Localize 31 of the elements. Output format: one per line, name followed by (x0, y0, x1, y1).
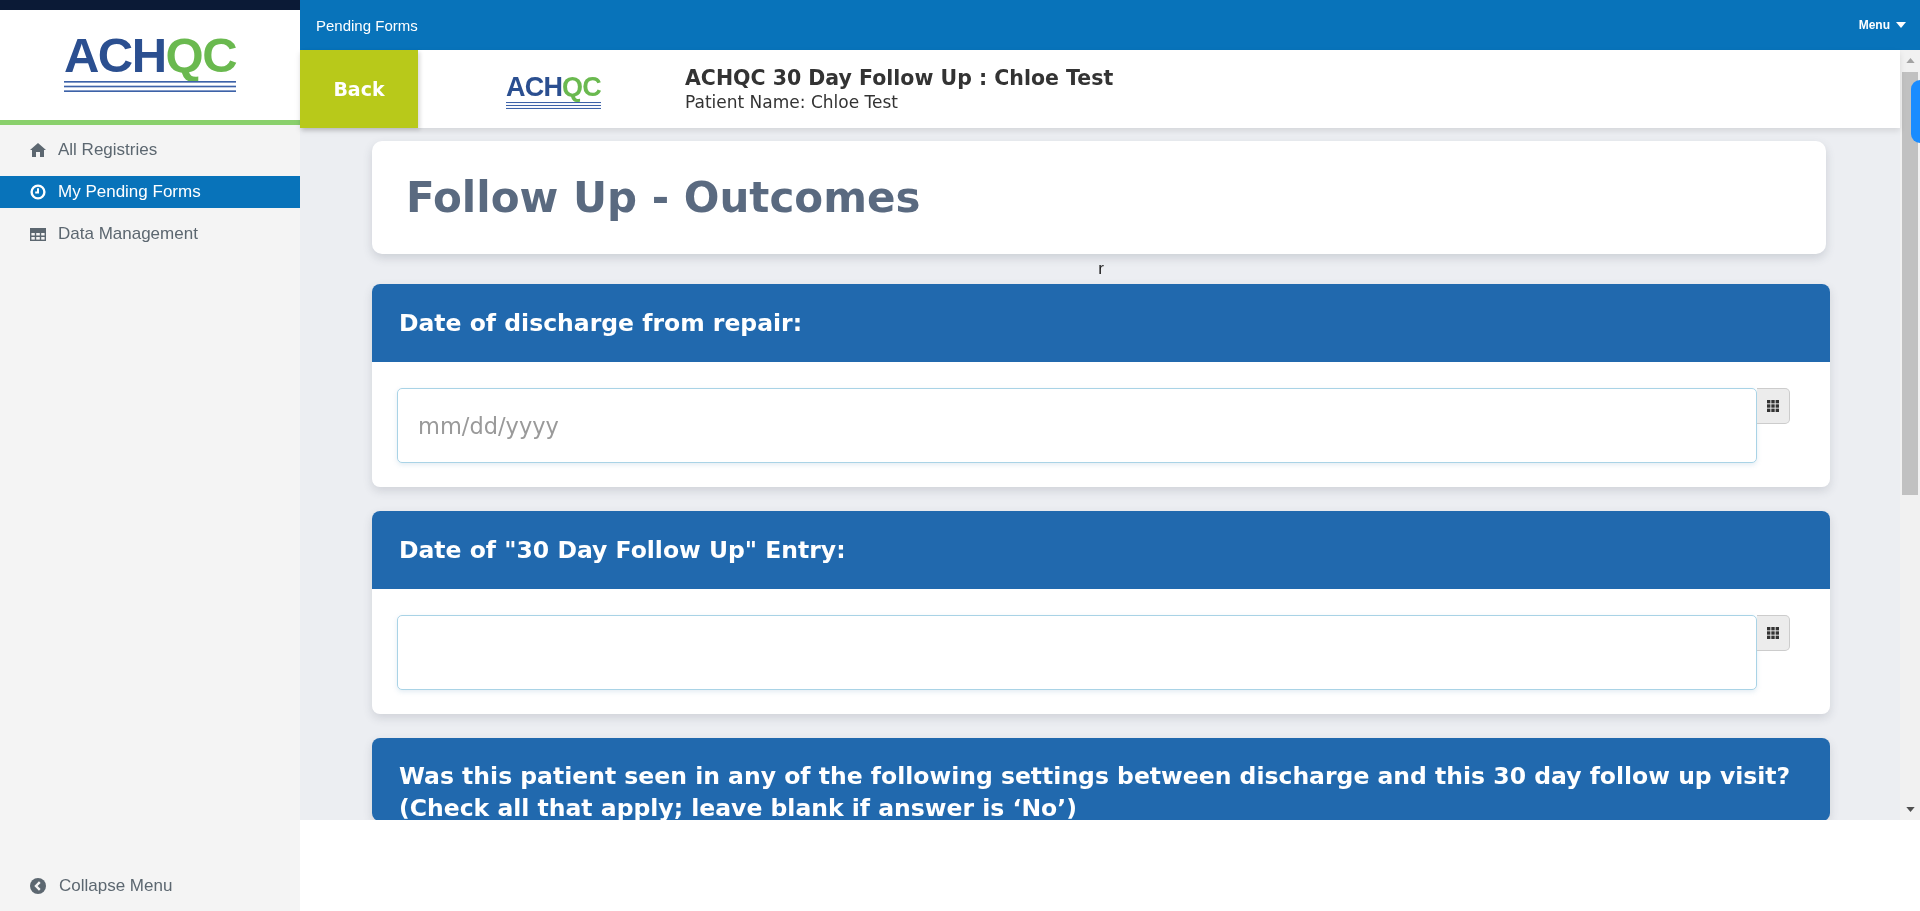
nav-item[interactable]: Data Management (0, 218, 300, 250)
logo: ACHQC (63, 30, 237, 92)
logo: ACHQC (506, 73, 601, 109)
form-title: ACHQC 30 Day Follow Up : Chloe Test (685, 65, 1114, 91)
table-icon (30, 227, 46, 241)
side-tab[interactable] (1911, 80, 1920, 143)
question-label: Date of "30 Day Follow Up" Entry: (399, 536, 846, 564)
clock-icon (30, 184, 46, 200)
nav-item[interactable]: All Registries (0, 134, 300, 166)
patient-name: Patient Name: Chloe Test (685, 91, 899, 113)
page-heading: Follow Up - Outcomes (406, 173, 921, 222)
date-input[interactable]: mm/dd/yyyy (397, 388, 1757, 463)
chevron-circle-icon (30, 878, 46, 894)
grid-icon (1767, 627, 1779, 639)
grid-icon (1767, 400, 1779, 412)
question-label: Was this patient seen in any of the following settings between discharge and this 30 day follow up visit? (399, 761, 1792, 792)
scroll-up-icon[interactable] (1905, 58, 1915, 63)
stray-text: r (1098, 259, 1104, 279)
question-label: Date of discharge from repair: (399, 309, 803, 337)
calendar-button[interactable] (1757, 615, 1790, 651)
nav-item[interactable]: My Pending Forms (0, 176, 300, 208)
caret-icon (1896, 22, 1906, 28)
top-bar-title: Pending Forms (316, 16, 418, 34)
scrollbar[interactable] (1900, 50, 1920, 820)
date-input[interactable] (397, 615, 1757, 690)
menu-button[interactable]: Menu (1858, 18, 1906, 32)
home-icon (30, 143, 46, 157)
scrollbar-thumb[interactable] (1902, 72, 1918, 495)
scroll-down-icon[interactable] (1905, 807, 1915, 812)
collapse-menu-link[interactable]: Collapse Menu (0, 870, 300, 902)
calendar-button[interactable] (1757, 388, 1790, 424)
